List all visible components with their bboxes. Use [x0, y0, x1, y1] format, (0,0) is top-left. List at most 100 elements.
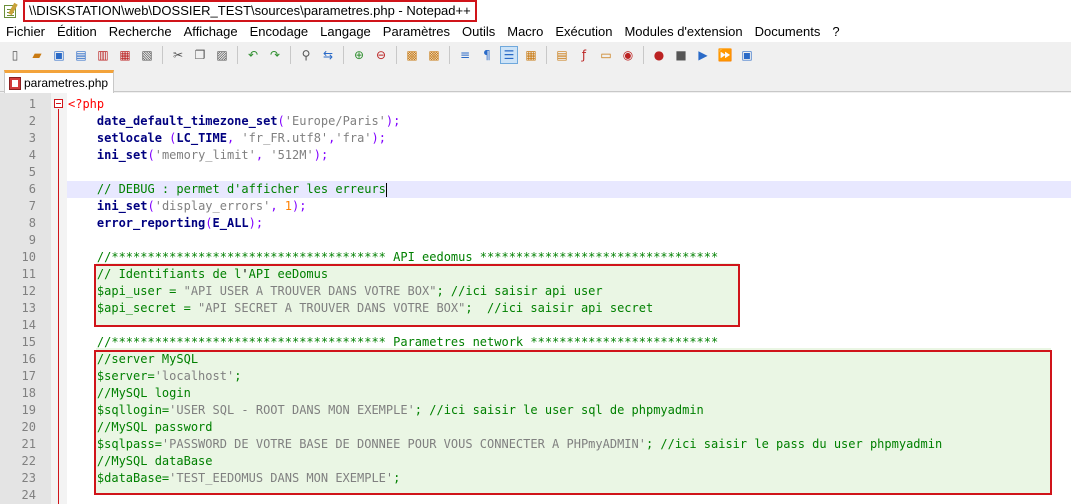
sync-vertical-icon[interactable]: ▩ — [403, 46, 421, 64]
folder-workspace-icon[interactable]: ƒ — [575, 46, 593, 64]
notepad-plus-plus-icon — [3, 2, 19, 19]
menu-documents[interactable]: Documents — [749, 22, 827, 42]
replace-icon[interactable]: ⇆ — [319, 46, 337, 64]
menu-macro[interactable]: Macro — [501, 22, 549, 42]
save-icon[interactable]: ▣ — [50, 46, 68, 64]
menu-encodage[interactable]: Encodage — [244, 22, 315, 42]
line-number: 2 — [28, 114, 36, 128]
record-macro-icon[interactable]: ● — [650, 46, 668, 64]
menu-parametres[interactable]: Paramètres — [377, 22, 456, 42]
line-number: 19 — [21, 403, 36, 417]
menu-langage[interactable]: Langage — [314, 22, 377, 42]
code-line[interactable]: 6 // DEBUG : permet d'afficher les erreu… — [0, 181, 1071, 198]
code-line[interactable]: 4 ini_set('memory_limit', '512M'); — [0, 147, 1071, 164]
play-macro-icon[interactable]: ▶ — [694, 46, 712, 64]
stop-macro-icon[interactable]: ■ — [672, 46, 690, 64]
text-cursor — [385, 182, 387, 197]
code-line[interactable]: 9 — [0, 232, 1071, 249]
code-text: ini_set('memory_limit', '512M'); — [96, 148, 329, 162]
close-icon[interactable]: ▥ — [94, 46, 112, 64]
line-number: 23 — [21, 471, 36, 485]
menu-help[interactable]: ? — [826, 22, 845, 42]
code-line[interactable]: 15 //***********************************… — [0, 334, 1071, 351]
sync-horizontal-icon[interactable]: ▩ — [425, 46, 443, 64]
cut-icon[interactable]: ✂ — [169, 46, 187, 64]
print-icon[interactable]: ▧ — [138, 46, 156, 64]
toolbar-separator — [162, 46, 163, 64]
menu-edition[interactable]: Édition — [51, 22, 103, 42]
code-line[interactable]: 8 error_reporting(E_ALL); — [0, 215, 1071, 232]
line-number: 22 — [21, 454, 36, 468]
code-text: ini_set('display_errors', 1); — [96, 199, 307, 213]
line-number: 24 — [21, 488, 36, 502]
menu-outils[interactable]: Outils — [456, 22, 501, 42]
line-number: 16 — [21, 352, 36, 366]
save-all-icon[interactable]: ▤ — [72, 46, 90, 64]
api-credentials-highlight — [94, 264, 740, 327]
save-macro-icon[interactable]: ▣ — [738, 46, 756, 64]
menu-modules[interactable]: Modules d'extension — [618, 22, 748, 42]
toolbar-separator — [449, 46, 450, 64]
code-line[interactable]: 7 ini_set('display_errors', 1); — [0, 198, 1071, 215]
toolbar-separator — [396, 46, 397, 64]
play-multiple-icon[interactable]: ⏩ — [716, 46, 734, 64]
code-text: date_default_timezone_set('Europe/Paris'… — [96, 114, 401, 128]
line-number: 5 — [28, 165, 36, 179]
word-wrap-icon[interactable]: ≡ — [456, 46, 474, 64]
close-all-icon[interactable]: ▦ — [116, 46, 134, 64]
toolbar-separator — [343, 46, 344, 64]
find-icon[interactable]: ⚲ — [297, 46, 315, 64]
mysql-settings-highlight — [94, 350, 1052, 495]
undo-icon[interactable]: ↶ — [244, 46, 262, 64]
menu-affichage[interactable]: Affichage — [178, 22, 244, 42]
line-number: 3 — [28, 131, 36, 145]
show-all-chars-icon[interactable]: ¶ — [478, 46, 496, 64]
file-modified-icon — [9, 76, 21, 90]
title-bar: \\DISKSTATION\web\DOSSIER_TEST\sources\p… — [0, 0, 1071, 22]
menu-fichier[interactable]: Fichier — [0, 22, 51, 42]
zoom-out-icon[interactable]: ⊖ — [372, 46, 390, 64]
line-number: 11 — [21, 267, 36, 281]
code-text: //**************************************… — [96, 335, 719, 349]
line-number: 4 — [28, 148, 36, 162]
code-line[interactable]: 5 — [0, 164, 1071, 181]
tab-label: parametres.php — [24, 76, 109, 90]
code-editor[interactable]: 1 <?php 2 date_default_timezone_set('Europ… — [0, 93, 1071, 504]
doc-map-icon[interactable]: ▦ — [522, 46, 540, 64]
line-number: 9 — [28, 233, 36, 247]
line-number: 21 — [21, 437, 36, 451]
code-text: <?php — [68, 97, 105, 111]
new-file-icon[interactable]: ▯ — [6, 46, 24, 64]
line-number: 17 — [21, 369, 36, 383]
line-number: 6 — [28, 182, 36, 196]
monitoring-icon[interactable]: ▭ — [597, 46, 615, 64]
paste-icon[interactable]: ▨ — [213, 46, 231, 64]
menu-recherche[interactable]: Recherche — [103, 22, 178, 42]
line-number: 12 — [21, 284, 36, 298]
line-number: 14 — [21, 318, 36, 332]
code-line[interactable]: 3 setlocale (LC_TIME, 'fr_FR.utf8','fra'… — [0, 130, 1071, 147]
toolbar-separator — [237, 46, 238, 64]
tab-bar: parametres.php — [0, 68, 1071, 93]
indent-guide-icon[interactable]: ☰ — [500, 46, 518, 64]
code-line[interactable]: 2 date_default_timezone_set('Europe/Pari… — [0, 113, 1071, 130]
code-line[interactable]: 1 <?php — [0, 96, 1071, 113]
redo-icon[interactable]: ↷ — [266, 46, 284, 64]
tab-parametres-php[interactable]: parametres.php — [4, 70, 114, 93]
copy-icon[interactable]: ❐ — [191, 46, 209, 64]
toolbar-separator — [290, 46, 291, 64]
line-number: 18 — [21, 386, 36, 400]
open-file-icon[interactable]: ▰ — [28, 46, 46, 64]
zoom-in-icon[interactable]: ⊕ — [350, 46, 368, 64]
function-list-icon[interactable]: ▤ — [553, 46, 571, 64]
eye-icon[interactable]: ◉ — [619, 46, 637, 64]
line-number: 7 — [28, 199, 36, 213]
line-number: 10 — [21, 250, 36, 264]
line-number: 13 — [21, 301, 36, 315]
menu-execution[interactable]: Exécution — [549, 22, 618, 42]
code-text: error_reporting(E_ALL); — [96, 216, 264, 230]
code-text: // DEBUG : permet d'afficher les erreurs — [96, 182, 387, 197]
toolbar-separator — [546, 46, 547, 64]
toolbar-separator — [643, 46, 644, 64]
line-number: 8 — [28, 216, 36, 230]
